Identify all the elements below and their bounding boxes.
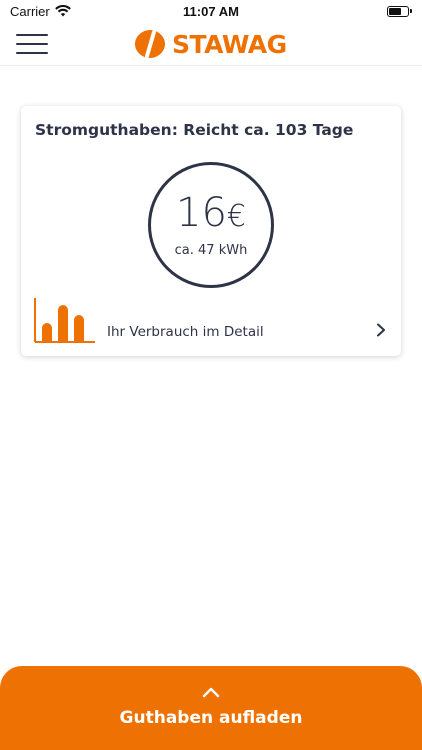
carrier-label: Carrier [10,3,50,19]
balance-amount: 16€ [151,191,271,239]
status-left: Carrier [10,4,71,19]
card-title: Stromguthaben: Reicht ca. 103 Tage [35,121,354,139]
balance-kwh: ca. 47 kWh [174,243,248,258]
balance-value: 16 [176,190,227,236]
topup-label: Guthaben aufladen [119,708,303,728]
menu-icon-line [16,34,48,36]
menu-icon-line [16,52,48,54]
logo-icon [135,30,165,58]
detail-label: Ihr Verbrauch im Detail [107,324,264,340]
logo-text: STAWAG [172,29,287,59]
balance-circle: 16€ ca. 47 kWh [148,162,274,288]
menu-icon-line [16,43,48,45]
battery-icon [387,5,412,17]
topup-button[interactable]: Guthaben aufladen [0,666,422,750]
consumption-detail-link[interactable]: Ihr Verbrauch im Detail [33,294,389,344]
app-screen: Carrier 11:07 AM STAWAG Stromguthaben: R… [0,0,422,750]
app-header: STAWAG [0,22,422,66]
wifi-icon [54,5,71,17]
bar-chart-icon [34,298,95,343]
balance-currency: € [226,199,246,234]
status-bar: Carrier 11:07 AM [0,0,422,22]
chevron-up-icon [202,687,220,698]
stawag-logo: STAWAG [134,28,287,60]
menu-button[interactable] [16,31,50,57]
balance-card: Stromguthaben: Reicht ca. 103 Tage 16€ c… [21,106,401,356]
chevron-right-icon [377,323,385,337]
